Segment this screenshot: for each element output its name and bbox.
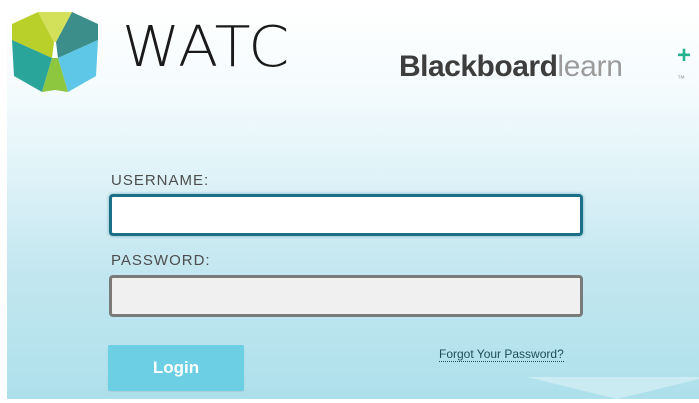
watc-logo-icon [12, 12, 98, 92]
password-input[interactable] [109, 275, 583, 317]
watc-wordmark: WATC [122, 15, 291, 80]
forgot-password-link[interactable]: Forgot Your Password? [439, 347, 564, 362]
blackboard-text: Blackboard [399, 50, 558, 83]
learn-text: learn [557, 50, 623, 83]
username-input[interactable] [109, 194, 583, 236]
decorative-wedge [527, 377, 699, 399]
username-label: USERNAME: [111, 172, 210, 189]
trademark-mark: ™ [677, 74, 685, 83]
plus-icon: + [677, 42, 692, 69]
login-button[interactable]: Login [108, 345, 244, 391]
password-label: PASSWORD: [111, 252, 211, 269]
blackboard-learn-logo: Blackboardlearn [399, 50, 623, 89]
